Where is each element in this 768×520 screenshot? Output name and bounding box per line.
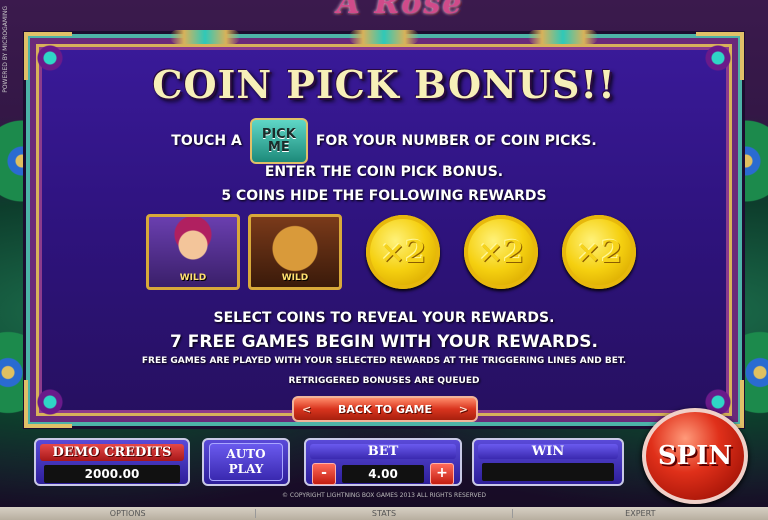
demo-credits-panel: DEMO CREDITS 2000.00	[34, 438, 190, 486]
wild-character-tile: WILD	[146, 214, 240, 290]
bet-label: BET	[310, 444, 456, 459]
multiplier-coin-icon: ×2	[464, 215, 538, 289]
touch-suffix: FOR YOUR NUMBER OF COIN PICKS.	[315, 133, 597, 149]
rewards-row: WILD WILD ×2 ×2 ×2	[146, 214, 636, 290]
select-coins-text: SELECT COINS TO REVEAL YOUR REWARDS.	[213, 310, 555, 326]
free-games-text: 7 FREE GAMES BEGIN WITH YOUR REWARDS.	[170, 332, 598, 352]
bet-increase-button[interactable]: +	[430, 463, 454, 485]
spin-button[interactable]: SPIN	[642, 408, 748, 504]
tile-wild-badge: WILD	[179, 273, 207, 283]
back-to-game-label: BACK TO GAME	[337, 402, 432, 416]
demo-credits-label: DEMO CREDITS	[40, 444, 184, 461]
footer-options-link[interactable]: OPTIONS	[0, 509, 257, 518]
win-label: WIN	[478, 444, 618, 459]
enter-bonus-text: ENTER THE COIN PICK BONUS.	[264, 164, 504, 180]
game-logo: A Rose	[336, 0, 464, 21]
multiplier-coin-icon: ×2	[562, 215, 636, 289]
chevron-right-icon: >	[458, 402, 468, 416]
tile-wild-badge: WILD	[281, 273, 309, 283]
win-value	[482, 463, 614, 481]
auto-play-line1: AUTO	[226, 447, 266, 461]
bet-stepper: - 4.00 +	[312, 463, 454, 485]
multiplier-coin-icon: ×2	[366, 215, 440, 289]
footer-expert-link[interactable]: EXPERT	[513, 509, 768, 518]
copyright-text: © COPYRIGHT LIGHTNING BOX GAMES 2013 ALL…	[282, 492, 486, 499]
touch-prefix: TOUCH A	[171, 133, 242, 149]
footer-bar: OPTIONS STATS EXPERT	[0, 507, 768, 520]
auto-play-panel: AUTO PLAY	[202, 438, 290, 486]
ornament-corner-icon	[24, 380, 72, 428]
footer-stats-link[interactable]: STATS	[256, 509, 513, 518]
bonus-title: COIN PICK BONUS!!	[152, 62, 616, 107]
bet-panel: BET - 4.00 +	[304, 438, 462, 486]
coins-hide-text: 5 COINS HIDE THE FOLLOWING REWARDS	[221, 188, 547, 204]
ornament-top-icon	[170, 30, 240, 44]
pick-me-line2: ME	[267, 140, 290, 155]
wild-camel-tile: WILD	[248, 214, 342, 290]
back-to-game-button[interactable]: < BACK TO GAME >	[292, 396, 478, 422]
pick-me-icon: PICK ME	[249, 118, 308, 164]
win-panel: WIN	[472, 438, 624, 486]
bet-decrease-button[interactable]: -	[312, 463, 336, 485]
demo-credits-value: 2000.00	[44, 465, 180, 483]
bet-value: 4.00	[342, 465, 424, 483]
free-games-note: FREE GAMES ARE PLAYED WITH YOUR SELECTED…	[141, 356, 627, 366]
touch-instruction-row: TOUCH A PICK ME FOR YOUR NUMBER OF COIN …	[0, 118, 768, 164]
ornament-top-icon	[528, 30, 598, 44]
chevron-left-icon: <	[302, 402, 312, 416]
ornament-top-icon	[349, 30, 419, 44]
auto-play-line2: PLAY	[228, 462, 264, 476]
retrigger-note: RETRIGGERED BONUSES ARE QUEUED	[288, 376, 480, 386]
auto-play-button[interactable]: AUTO PLAY	[209, 443, 283, 481]
